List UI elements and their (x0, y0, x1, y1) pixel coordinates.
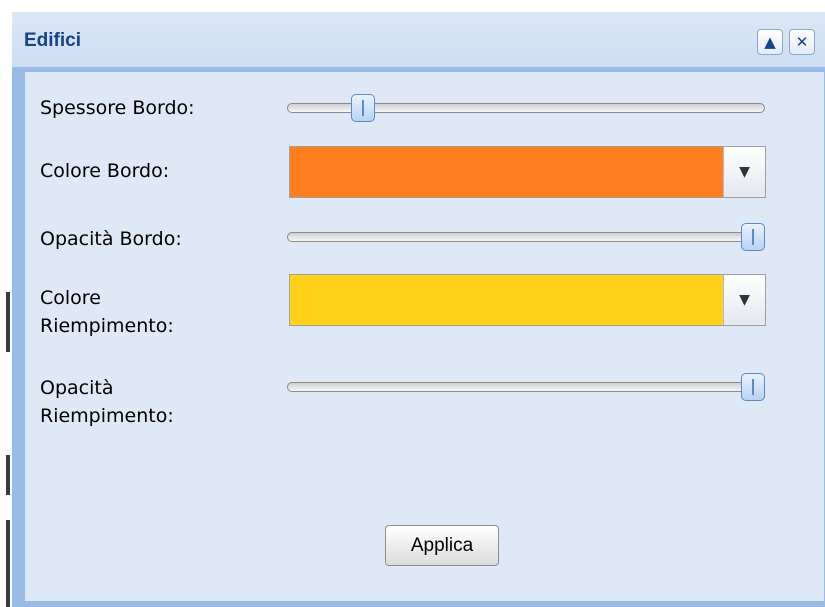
colore-riempimento-combo[interactable]: ▼ (289, 274, 766, 326)
background-edge (0, 0, 12, 607)
collapse-up-glyph: ▲ (764, 32, 776, 51)
edifici-window: Edifici ▲ ✕ Spessore Bordo: Colore Bordo… (12, 12, 825, 607)
chevron-down-icon[interactable]: ▼ (723, 275, 765, 325)
colore-bordo-swatch[interactable] (290, 147, 724, 197)
background-fragment (6, 455, 10, 495)
opacita-riempimento-label-line1: Opacità (40, 377, 114, 399)
colore-riempimento-label-line1: Colore (40, 287, 101, 309)
slider-thumb[interactable] (741, 223, 765, 251)
window-title: Edifici (24, 30, 82, 51)
colore-bordo-label: Colore Bordo: (40, 160, 170, 182)
collapse-up-icon[interactable]: ▲ (757, 29, 783, 55)
slider-track[interactable] (287, 382, 765, 392)
colore-riempimento-label-line2: Riempimento: (40, 315, 174, 337)
slider-thumb[interactable] (351, 94, 375, 122)
slider-thumb[interactable] (741, 373, 765, 401)
chevron-down-icon[interactable]: ▼ (723, 147, 765, 197)
background-fragment (6, 292, 10, 352)
opacita-riempimento-label-line2: Riempimento: (40, 405, 174, 427)
window-header[interactable]: Edifici ▲ ✕ (12, 12, 825, 68)
form-body: Spessore Bordo: Colore Bordo: ▼ Opacità … (24, 71, 825, 602)
chevron-glyph: ▼ (739, 164, 750, 180)
spessore-bordo-label: Spessore Bordo: (40, 97, 195, 119)
colore-bordo-combo[interactable]: ▼ (289, 146, 766, 198)
close-glyph: ✕ (795, 32, 809, 51)
spessore-bordo-slider[interactable] (287, 92, 765, 124)
slider-track[interactable] (287, 232, 765, 242)
chevron-glyph: ▼ (739, 292, 750, 308)
apply-button[interactable]: Applica (385, 525, 499, 566)
opacita-riempimento-slider[interactable] (287, 371, 765, 403)
opacita-bordo-slider[interactable] (287, 221, 765, 253)
colore-riempimento-swatch[interactable] (290, 275, 724, 325)
opacita-bordo-label: Opacità Bordo: (40, 228, 182, 250)
background-fragment (6, 520, 10, 607)
close-icon[interactable]: ✕ (789, 29, 815, 55)
